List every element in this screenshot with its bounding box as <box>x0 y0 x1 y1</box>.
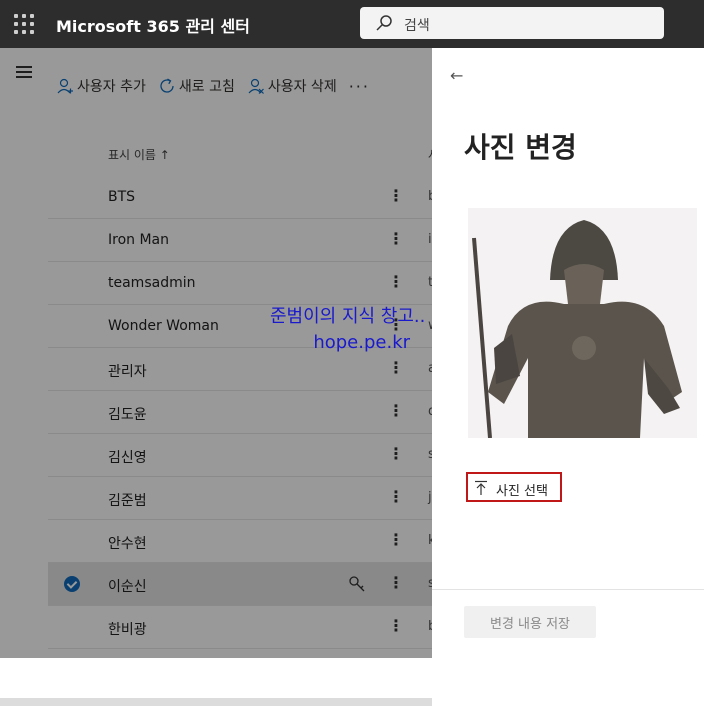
statue-image <box>468 208 697 438</box>
back-arrow-icon[interactable]: ← <box>450 66 463 85</box>
save-changes-button[interactable]: 변경 내용 저장 <box>464 606 596 638</box>
app-launcher-icon[interactable] <box>14 14 34 34</box>
watermark-line-1: 준범이의 지식 창고.. <box>270 306 426 327</box>
profile-photo-preview <box>468 208 697 438</box>
horizontal-scrollbar[interactable] <box>0 698 432 706</box>
upload-icon <box>475 480 487 495</box>
search-icon <box>376 15 392 31</box>
watermark-line-2: hope.pe.kr <box>313 332 411 353</box>
choose-photo-label: 사진 선택 <box>496 484 548 499</box>
panel-title: 사진 변경 <box>464 131 577 164</box>
top-bar: Microsoft 365 관리 센터 검색 <box>0 0 704 48</box>
app-title[interactable]: Microsoft 365 관리 센터 <box>56 13 250 37</box>
watermark-text: 준범이의 지식 창고.. hope.pe.kr <box>270 304 425 356</box>
change-photo-panel: ← 사진 변경 사진 선택 변경 내용 저장 <box>432 48 704 658</box>
footer-divider <box>432 589 704 590</box>
search-placeholder: 검색 <box>404 18 430 34</box>
choose-photo-button[interactable]: 사진 선택 <box>466 472 562 502</box>
search-box[interactable]: 검색 <box>360 7 664 39</box>
